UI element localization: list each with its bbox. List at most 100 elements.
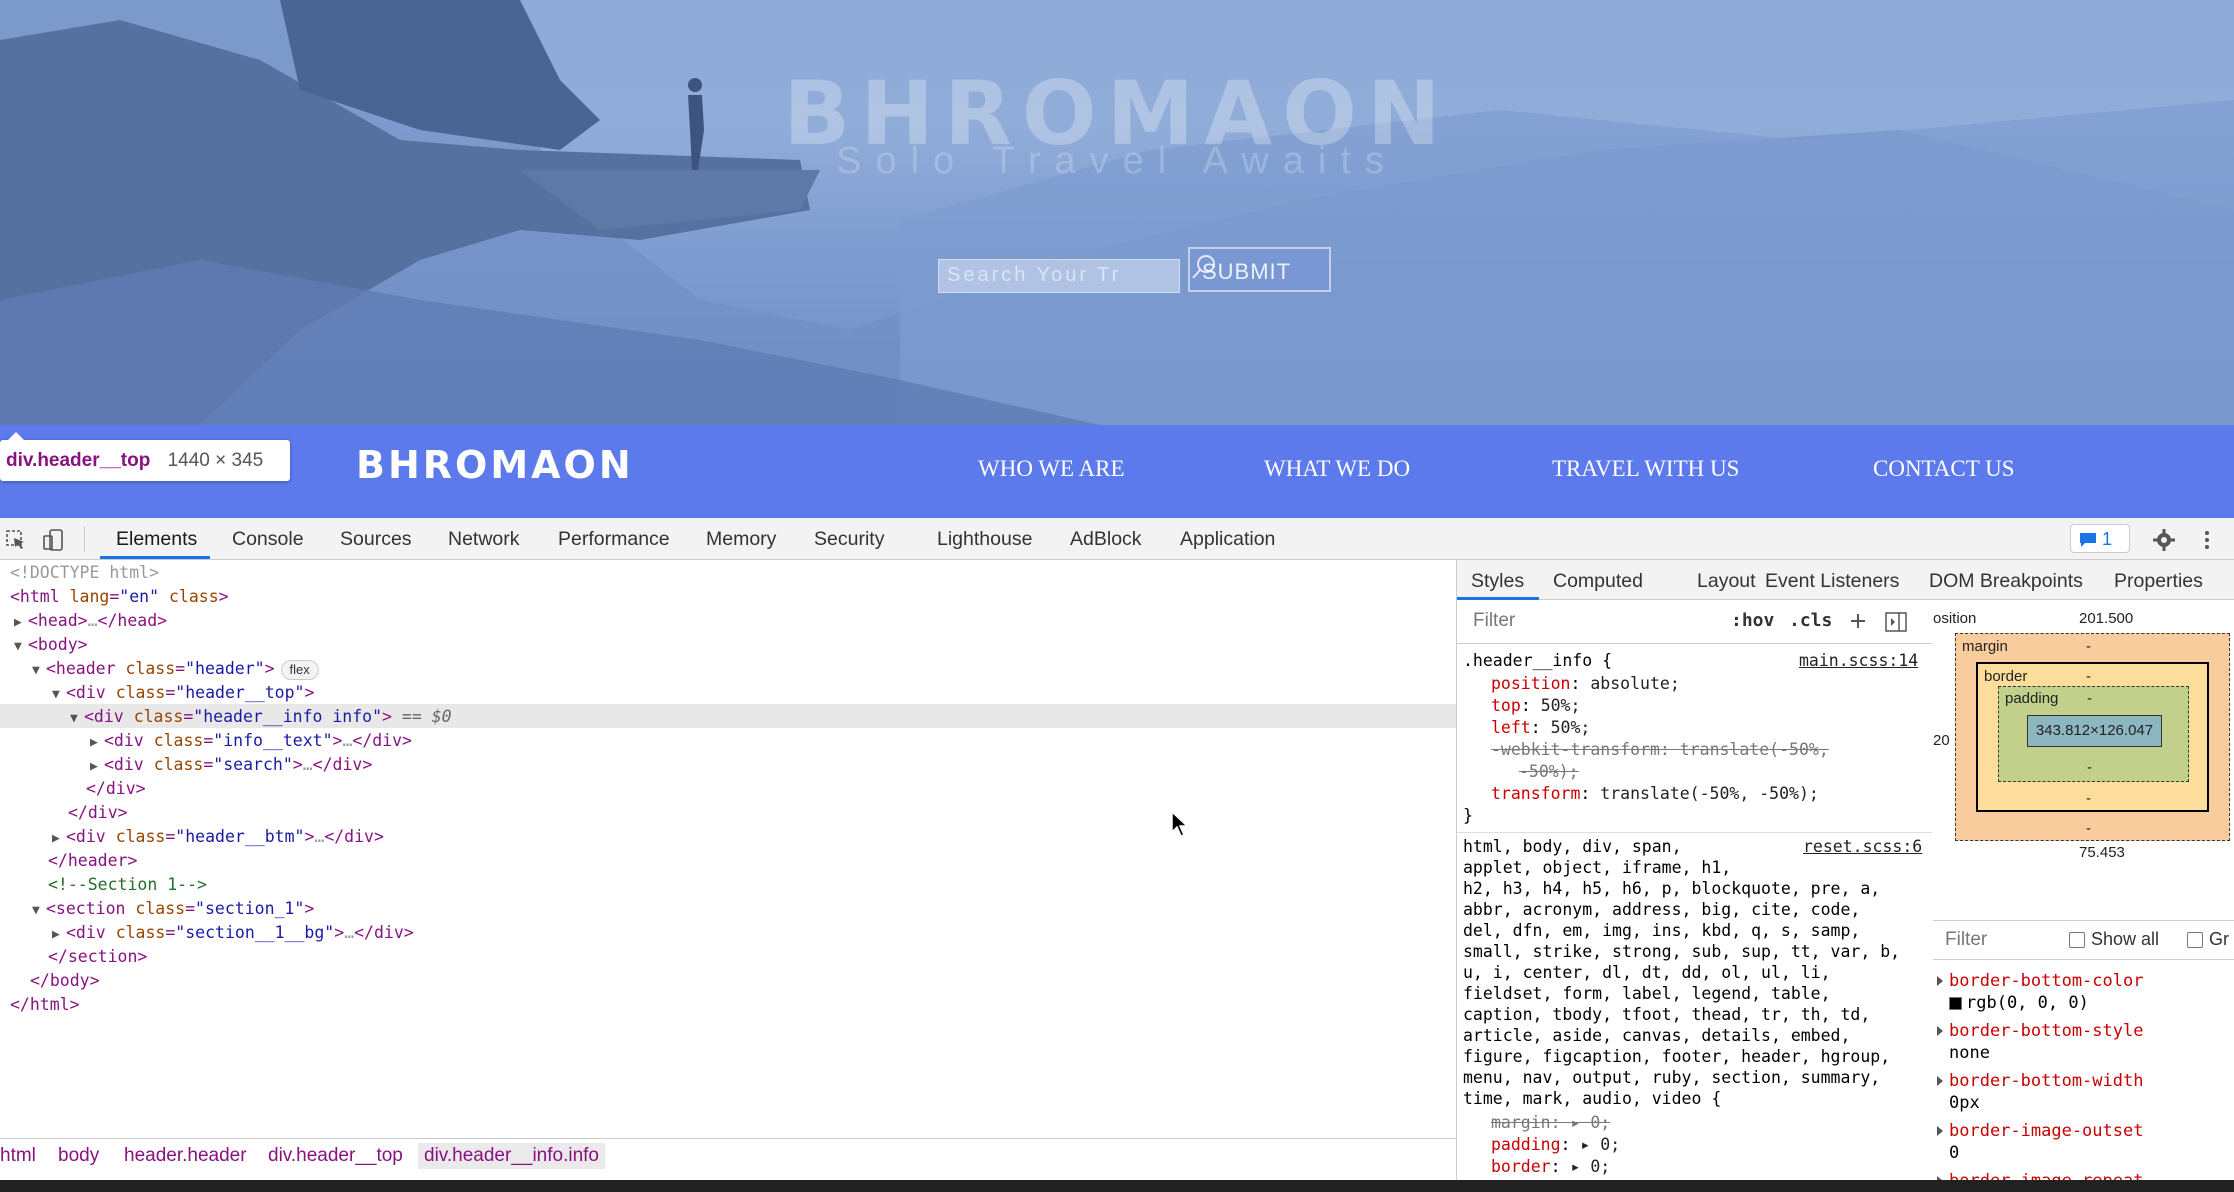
box-padding[interactable]: padding - - 343.812×126.047 [1998,686,2189,782]
dom-header-top[interactable]: ▼ <div class="header__top"> [52,682,314,706]
dom-header-info-selected[interactable]: ▼ <div class="header__info info"> == $0 [70,706,452,730]
rule-selector[interactable]: .header__info { [1463,650,1612,672]
decl-margin[interactable]: margin: ▸ 0; [1491,1112,1610,1134]
reset-selector-line: time, mark, audio, video { [1463,1089,1722,1108]
border-label: border [1984,668,2028,685]
issues-badge[interactable]: 1 [2070,524,2130,553]
breadcrumb-body[interactable]: body [58,1145,99,1167]
dom-section-close[interactable]: </section> [48,946,147,970]
reset-selector-line: html, body, div, span, [1463,837,1682,856]
hero-submit-button[interactable]: SUBMIT [1188,247,1331,292]
show-all-check[interactable] [2069,932,2085,949]
cls-toggle[interactable]: .cls [1789,610,1832,631]
header-bottom-nav: BHROMAON WHO WE ARE WHAT WE DO TRAVEL WI… [0,425,2234,518]
tab-dom-breakpoints[interactable]: DOM Breakpoints [1929,570,2083,593]
nav-link-contact-us[interactable]: CONTACT US [1873,456,2015,482]
element-inspect-tooltip: div.header__top 1440 × 345 [0,432,290,481]
dom-header-close[interactable]: </header> [48,850,137,874]
flex-badge[interactable]: flex [280,660,319,680]
decl-position[interactable]: position: absolute; [1491,673,1680,695]
tab-application[interactable]: Application [1180,528,1275,551]
tab-styles[interactable]: Styles [1471,570,1524,593]
tab-console[interactable]: Console [232,528,304,551]
dom-comment[interactable]: <!--Section 1--> [48,874,207,898]
hero-search-input[interactable]: Search Your Tr [938,259,1180,293]
breadcrumb-header-top[interactable]: div.header__top [268,1145,403,1167]
device-toolbar-icon[interactable] [42,528,66,552]
tab-adblock[interactable]: AdBlock [1070,528,1142,551]
decl-left[interactable]: left: 50%; [1491,717,1590,739]
dom-header-btm[interactable]: ▶ <div class="header__btm">…</div> [52,826,384,850]
expand-arrows[interactable] [1935,974,1945,1192]
tab-lighthouse[interactable]: Lighthouse [937,528,1032,551]
reset-source-link[interactable]: reset.scss:6 [1803,836,1922,858]
tab-memory[interactable]: Memory [706,528,776,551]
reset-selector-line: caption, tbody, tfoot, thead, tr, th, td… [1463,1005,1871,1024]
decl-border[interactable]: border: ▸ 0; [1491,1156,1610,1178]
dom-search[interactable]: ▶ <div class="search">…</div> [90,754,372,778]
box-border[interactable]: border - - padding - - 343.812×126.047 [1976,662,2209,812]
hov-toggle[interactable]: :hov [1731,610,1774,631]
rule-source-link[interactable]: main.scss:14 [1799,650,1918,672]
tab-network[interactable]: Network [448,528,520,551]
nav-brand-logo[interactable]: BHROMAON [356,443,634,487]
dom-body-open[interactable]: ▼ <body> [14,634,88,658]
inspect-element-icon[interactable] [4,528,28,552]
tab-event-listeners[interactable]: Event Listeners [1765,570,1899,593]
dom-doctype[interactable]: <!DOCTYPE html> [10,562,159,586]
dom-section-bg[interactable]: ▶ <div class="section__1__bg">…</div> [52,922,414,946]
rule-close-brace: } [1463,806,1473,825]
mouse-cursor-icon [1171,810,1189,837]
group-checkbox[interactable]: Gr [2187,929,2229,950]
box-position-bottom[interactable]: 75.453 [2079,844,2125,861]
box-margin[interactable]: margin - - border - - padding - - 343.81… [1955,633,2230,841]
group-check[interactable] [2187,932,2203,949]
box-position-top[interactable]: 201.500 [2079,610,2133,627]
elements-dom-tree: <!DOCTYPE html> <html lang="en" class> ▶… [0,560,1456,1138]
tab-computed[interactable]: Computed [1553,570,1643,593]
issues-icon [2080,533,2096,548]
decl-webkit-transform[interactable]: -webkit-transform: translate(-50%, [1491,739,1829,761]
computed-prop[interactable]: border-bottom-color [1949,970,2143,992]
breadcrumb-header-info[interactable]: div.header__info.info [418,1143,605,1169]
dom-div-close[interactable]: </div> [86,778,146,802]
show-all-checkbox[interactable]: Show all [2069,929,2159,950]
reset-selector-line: applet, object, iframe, h1, [1463,858,1732,877]
dom-div-close[interactable]: </div> [68,802,128,826]
tab-elements[interactable]: Elements [116,528,197,551]
box-content-size[interactable]: 343.812×126.047 [2027,715,2162,747]
computed-prop[interactable]: border-bottom-width [1949,1070,2143,1092]
dom-body-close[interactable]: </body> [30,970,100,994]
computed-prop[interactable]: border-image-outset [1949,1120,2143,1142]
tab-properties[interactable]: Properties [2114,570,2203,593]
tab-performance[interactable]: Performance [558,528,670,551]
dom-html-open[interactable]: <html lang="en" class> [10,586,229,610]
styles-filter-input[interactable]: Filter [1465,607,1725,635]
computed-prop[interactable]: border-bottom-style [1949,1020,2143,1042]
tab-sources[interactable]: Sources [340,528,412,551]
color-swatch[interactable] [1949,996,1962,1010]
dom-header-open[interactable]: ▼ <header class="header"> flex [32,658,319,682]
nav-link-who-we-are[interactable]: WHO WE ARE [978,456,1125,482]
dom-section-open[interactable]: ▼ <section class="section_1"> [32,898,314,922]
box-position-left[interactable]: 20 [1933,732,1950,749]
border-top-value: - [2086,668,2091,685]
computed-filter-input[interactable]: Filter [1945,929,1987,951]
breadcrumb-header[interactable]: header.header [124,1145,247,1167]
add-rule-icon[interactable] [1849,612,1867,630]
nav-link-what-we-do[interactable]: WHAT WE DO [1264,456,1410,482]
decl-padding[interactable]: padding: ▸ 0; [1491,1134,1620,1156]
more-options-icon[interactable] [2202,528,2212,552]
decl-transform[interactable]: transform: translate(-50%, -50%); [1491,783,1819,805]
tab-layout[interactable]: Layout [1697,570,1756,593]
tab-security[interactable]: Security [814,528,884,551]
gear-icon[interactable] [2152,528,2176,552]
toggle-sidebar-icon[interactable] [1885,612,1907,632]
dom-html-close[interactable]: </html> [10,994,80,1018]
breadcrumb-html[interactable]: html [0,1145,36,1167]
styles-subtabs: Styles Computed Layout Event Listeners D… [1457,560,2234,600]
nav-link-travel-with-us[interactable]: TRAVEL WITH US [1552,456,1739,482]
decl-top[interactable]: top: 50%; [1491,695,1580,717]
dom-head[interactable]: ▶ <head>…</head> [14,610,167,634]
dom-info-text[interactable]: ▶ <div class="info__text">…</div> [90,730,412,754]
